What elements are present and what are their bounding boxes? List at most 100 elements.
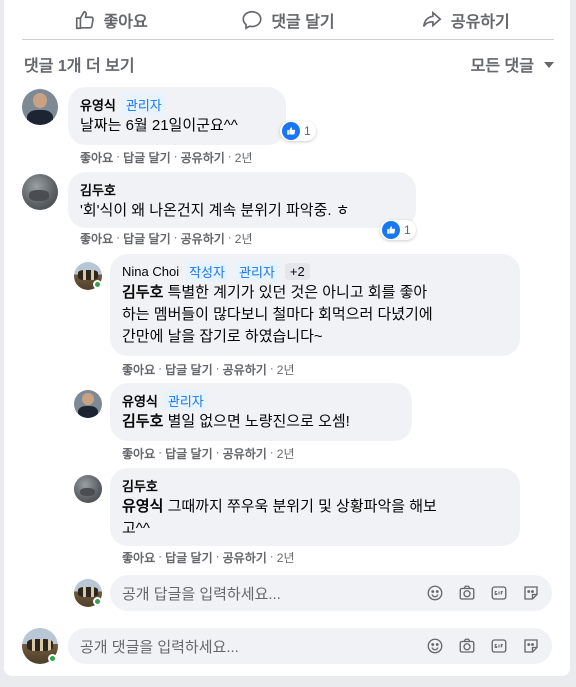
reply-author-row: Nina Choi 작성자 관리자 +2 (122, 260, 508, 282)
reply-text-line: 간만에 날을 잡기로 하였습니다~ (122, 328, 323, 345)
comment-meta: 좋아요 · 답글 달기 · 공유하기 · 2년 (80, 230, 253, 247)
reply-share-link[interactable]: 공유하기 (223, 445, 267, 462)
comment-like-link[interactable]: 좋아요 (80, 149, 113, 166)
comment-filter-dropdown[interactable]: 모든 댓글 (471, 52, 554, 76)
comment-icon (242, 10, 262, 30)
like-reaction-icon (382, 221, 400, 239)
comment-author-row: 유영식 관리자 (80, 93, 274, 115)
comments-header: 댓글 1개 더 보기 모든 댓글 (24, 52, 554, 76)
share-label: 공유하기 (450, 13, 510, 31)
reply-timestamp[interactable]: 2년 (277, 361, 295, 378)
reply-share-link[interactable]: 공유하기 (223, 549, 267, 566)
avatar[interactable] (22, 89, 58, 125)
comment-meta: 좋아요 · 답글 달기 · 공유하기 · 2년 (80, 149, 253, 166)
sticker-icon[interactable] (522, 637, 540, 655)
comment-timestamp[interactable]: 2년 (235, 230, 253, 247)
reply-input-placeholder: 공개 답글을 입력하세요... (122, 585, 281, 603)
reaction-count[interactable]: 1 (380, 220, 416, 240)
comment-text: '회'식이 왜 나온건지 계속 분위기 파악중. ㅎ (80, 202, 350, 219)
reply-reply-link[interactable]: 답글 달기 (165, 361, 213, 378)
reply-input[interactable]: 공개 답글을 입력하세요... (110, 575, 552, 611)
reply-share-link[interactable]: 공유하기 (223, 361, 267, 378)
separator: · (116, 149, 121, 163)
separator: · (227, 149, 232, 163)
reply-text-line: 하는 멤버들이 많다보니 철마다 회먹으러 다녔기에 (122, 306, 433, 323)
comment-button[interactable]: 댓글 달기 (199, 0, 376, 39)
admin-badge: 관리자 (163, 389, 208, 411)
reply-reply-link[interactable]: 답글 달기 (165, 445, 213, 462)
separator: · (158, 361, 163, 375)
post-action-bar: 좋아요 댓글 달기 공유하기 (22, 0, 554, 40)
comments-card: 좋아요 댓글 달기 공유하기 댓글 1개 더 보기 모든 댓글 유영식 관리자 … (4, 0, 570, 676)
sticker-icon[interactable] (522, 584, 540, 602)
online-status-dot (93, 280, 102, 289)
reply-bubble: Nina Choi 작성자 관리자 +2 김두호 특별한 계기가 있던 것은 아… (110, 254, 520, 356)
reply-like-link[interactable]: 좋아요 (122, 549, 155, 566)
more-badges[interactable]: +2 (284, 262, 310, 280)
comment-input[interactable]: 공개 댓글을 입력하세요... (68, 628, 552, 664)
mention-link[interactable]: 김두호 (122, 413, 163, 430)
separator: · (269, 445, 274, 459)
comment-author[interactable]: 유영식 (80, 95, 116, 114)
comment-bubble: 김두호 '회'식이 왜 나온건지 계속 분위기 파악중. ㅎ (68, 172, 416, 228)
comment-timestamp[interactable]: 2년 (235, 149, 253, 166)
comment-filter-label: 모든 댓글 (470, 58, 534, 75)
comment-reply-link[interactable]: 답글 달기 (123, 230, 171, 247)
comment-author[interactable]: 김두호 (80, 180, 116, 199)
emoji-icon[interactable] (426, 584, 444, 602)
input-tools (426, 637, 540, 655)
camera-icon[interactable] (458, 637, 476, 655)
view-more-comments-link[interactable]: 댓글 1개 더 보기 (24, 52, 135, 76)
reply-text-part: 특별한 계기가 있던 것은 아니고 회를 좋아 (163, 284, 428, 301)
separator: · (173, 149, 178, 163)
comment-text: 날짜는 6월 21일이군요^^ (80, 117, 238, 134)
reply-timestamp[interactable]: 2년 (277, 549, 295, 566)
reply-like-link[interactable]: 좋아요 (122, 445, 155, 462)
caret-down-icon (544, 62, 554, 68)
like-button[interactable]: 좋아요 (22, 0, 199, 39)
share-button[interactable]: 공유하기 (377, 0, 554, 39)
reply-bubble: 김두호 유영식 그때까지 쭈우욱 분위기 및 상황파악을 해보 고^^ (110, 468, 520, 546)
reaction-number: 1 (404, 223, 411, 237)
reply-meta: 좋아요 · 답글 달기 · 공유하기 · 2년 (122, 549, 295, 566)
mention-link[interactable]: 유영식 (122, 498, 163, 515)
reply-timestamp[interactable]: 2년 (277, 445, 295, 462)
gif-icon[interactable] (490, 584, 508, 602)
reply-text: 김두호 별일 없으면 노량진으로 오셈! (122, 411, 400, 433)
comment-share-link[interactable]: 공유하기 (181, 230, 225, 247)
reply-text-line: 김두호 특별한 계기가 있던 것은 아니고 회를 좋아 (122, 282, 508, 304)
reply-author[interactable]: 유영식 (122, 391, 158, 410)
comment-bubble: 유영식 관리자 날짜는 6월 21일이군요^^ (68, 87, 286, 145)
reply-text: 유영식 그때까지 쭈우욱 분위기 및 상황파악을 해보 고^^ (122, 496, 508, 540)
avatar[interactable] (22, 174, 58, 210)
reply-text-part: 그때까지 쭈우욱 분위기 및 상황파악을 해보 (163, 498, 437, 515)
separator: · (215, 445, 220, 459)
mention-link[interactable]: 김두호 (122, 284, 163, 301)
separator: · (269, 361, 274, 375)
reply-like-link[interactable]: 좋아요 (122, 361, 155, 378)
reply-author[interactable]: Nina Choi (122, 264, 179, 279)
emoji-icon[interactable] (426, 637, 444, 655)
gif-icon[interactable] (490, 637, 508, 655)
avatar[interactable] (74, 390, 102, 418)
reply-text-line: 고^^ (122, 520, 150, 537)
reply-author-row: 김두호 (122, 476, 508, 494)
reply-author[interactable]: 김두호 (122, 476, 158, 495)
avatar[interactable] (74, 475, 102, 503)
share-icon (422, 10, 442, 27)
like-reaction-icon (282, 122, 300, 140)
reply-bubble: 유영식 관리자 김두호 별일 없으면 노량진으로 오셈! (110, 383, 412, 441)
online-status-dot (93, 597, 102, 606)
reply-reply-link[interactable]: 답글 달기 (165, 549, 213, 566)
comment-author-row: 김두호 (80, 180, 404, 198)
separator: · (116, 230, 121, 244)
input-tools (426, 584, 540, 602)
reply-meta: 좋아요 · 답글 달기 · 공유하기 · 2년 (122, 445, 295, 462)
camera-icon[interactable] (458, 584, 476, 602)
comment-reply-link[interactable]: 답글 달기 (123, 149, 171, 166)
reply-text-line: 유영식 그때까지 쭈우욱 분위기 및 상황파악을 해보 (122, 496, 508, 518)
comment-like-link[interactable]: 좋아요 (80, 230, 113, 247)
reaction-count[interactable]: 1 (280, 121, 316, 141)
comment-share-link[interactable]: 공유하기 (181, 149, 225, 166)
admin-badge: 관리자 (121, 93, 166, 115)
